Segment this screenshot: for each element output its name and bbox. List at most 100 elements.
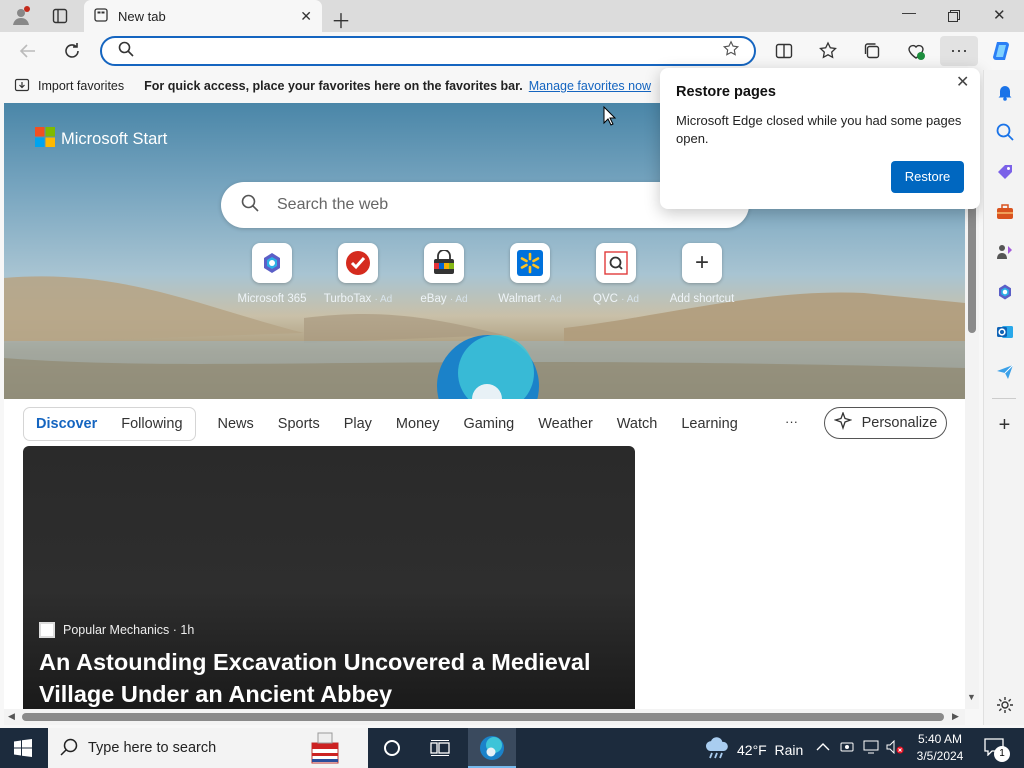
- settings-more-button[interactable]: ···: [940, 36, 978, 66]
- tab-following[interactable]: Following: [121, 416, 182, 432]
- horizontal-scrollbar-thumb[interactable]: [22, 713, 944, 721]
- search-icon: [60, 738, 78, 759]
- search-icon[interactable]: [984, 112, 1024, 152]
- browser-essentials-icon[interactable]: [906, 41, 926, 66]
- manage-favorites-link[interactable]: Manage favorites now: [529, 79, 651, 93]
- quick-link-qvc[interactable]: QVC · Ad: [573, 243, 659, 305]
- tab-weather[interactable]: Weather: [538, 416, 593, 432]
- restore-window-button[interactable]: [948, 9, 960, 22]
- edge-sidebar: +: [983, 70, 1024, 725]
- quick-link-label: QVC: [593, 293, 618, 305]
- tab-new-tab[interactable]: New tab ✕: [84, 0, 322, 32]
- favorites-bar-message: For quick access, place your favorites h…: [144, 79, 523, 93]
- sidebar-settings-icon[interactable]: [984, 685, 1024, 725]
- clock[interactable]: 5:40 AM 3/5/2024: [910, 731, 970, 765]
- scroll-left-arrow[interactable]: ◀: [8, 711, 15, 722]
- dialog-title: Restore pages: [676, 84, 776, 100]
- brand-label: Microsoft Start: [61, 130, 168, 148]
- quick-link-label: Microsoft 365: [237, 293, 307, 305]
- split-screen-icon[interactable]: [775, 42, 793, 65]
- quick-link-walmart[interactable]: Walmart · Ad: [487, 243, 573, 305]
- sparkle-icon: [832, 411, 853, 434]
- tab-sports[interactable]: Sports: [278, 416, 320, 432]
- shopping-icon[interactable]: [984, 152, 1024, 192]
- tab-gaming[interactable]: Gaming: [463, 416, 514, 432]
- windows-taskbar: Type here to search 42°F Rain 5:40 AM 3/…: [0, 728, 1024, 768]
- notifications-icon[interactable]: [984, 72, 1024, 112]
- refresh-icon[interactable]: [62, 41, 82, 61]
- drop-icon[interactable]: [984, 352, 1024, 392]
- tab-title: New tab: [118, 8, 166, 24]
- turbotax-icon: [338, 243, 378, 283]
- tools-icon[interactable]: [984, 192, 1024, 232]
- web-search-placeholder: Search the web: [277, 196, 389, 213]
- add-favorite-icon[interactable]: [722, 39, 740, 63]
- favorites-icon[interactable]: [818, 41, 838, 66]
- meet-now-icon[interactable]: [840, 740, 854, 757]
- copilot-icon[interactable]: [990, 40, 1012, 67]
- import-favorites-button[interactable]: Import favorites: [38, 79, 124, 93]
- notification-center-button[interactable]: 1: [984, 738, 1010, 762]
- close-icon[interactable]: ✕: [956, 72, 969, 92]
- tab-news[interactable]: News: [218, 416, 254, 432]
- minimize-button[interactable]: —: [902, 4, 916, 20]
- volume-muted-icon[interactable]: [886, 739, 904, 757]
- close-tab-icon[interactable]: ✕: [300, 8, 312, 25]
- quick-link-turbotax[interactable]: TurboTax · Ad: [315, 243, 401, 305]
- outlook-icon[interactable]: [984, 312, 1024, 352]
- tab-learning[interactable]: Learning: [681, 416, 737, 432]
- clock-date: 3/5/2024: [916, 749, 964, 763]
- address-input[interactable]: [142, 43, 722, 59]
- quick-links: Microsoft 365 TurboTax · Ad eBay · Ad Wa…: [229, 243, 745, 305]
- mouse-cursor: [603, 106, 617, 126]
- feed-categories: News Sports Play Money Gaming Weather Wa…: [218, 416, 762, 432]
- add-sidebar-app-icon[interactable]: +: [984, 405, 1024, 445]
- microsoft-start-logo[interactable]: Microsoft Start: [35, 127, 167, 152]
- edge-taskbar-button[interactable]: [468, 728, 516, 768]
- quick-link-label: TurboTax: [323, 293, 372, 305]
- microsoft-365-icon: [252, 243, 292, 283]
- tab-play[interactable]: Play: [344, 416, 372, 432]
- new-tab-button[interactable]: ＋: [331, 5, 351, 34]
- qvc-icon: [596, 243, 636, 283]
- address-bar[interactable]: [100, 36, 756, 66]
- rain-cloud-icon: [704, 737, 730, 762]
- scroll-down-arrow[interactable]: ▼: [967, 692, 976, 702]
- article-card[interactable]: Popular Mechanics · 1h An Astounding Exc…: [23, 446, 635, 709]
- profile-icon[interactable]: [11, 6, 31, 26]
- cortana-icon[interactable]: [383, 739, 401, 760]
- popular-mechanics-logo: [39, 622, 55, 638]
- personalize-button[interactable]: Personalize: [824, 407, 947, 439]
- article-title[interactable]: An Astounding Excavation Uncovered a Med…: [39, 646, 619, 709]
- close-window-button[interactable]: ✕: [993, 6, 1006, 24]
- microsoft-365-icon[interactable]: [984, 272, 1024, 312]
- tab-money[interactable]: Money: [396, 416, 440, 432]
- taskbar-search-placeholder: Type here to search: [88, 740, 217, 756]
- tab-actions-icon[interactable]: [52, 8, 68, 24]
- ebay-icon: [424, 243, 464, 283]
- more-categories-button[interactable]: ···: [785, 414, 798, 429]
- quick-link-microsoft-365[interactable]: Microsoft 365: [229, 243, 315, 305]
- plus-icon: +: [682, 243, 722, 283]
- games-icon[interactable]: [984, 232, 1024, 272]
- quick-link-ebay[interactable]: eBay · Ad: [401, 243, 487, 305]
- vertical-scrollbar-thumb[interactable]: [968, 203, 976, 333]
- collections-icon[interactable]: [863, 42, 881, 65]
- chevron-up-icon[interactable]: [816, 741, 830, 755]
- tab-discover[interactable]: Discover: [36, 416, 97, 432]
- start-button[interactable]: [14, 739, 32, 760]
- tab-watch[interactable]: Watch: [617, 416, 658, 432]
- tab-strip: New tab ✕ ＋ — ✕: [0, 0, 1024, 34]
- taskbar-search-box[interactable]: Type here to search: [48, 728, 368, 768]
- network-icon[interactable]: [863, 740, 879, 757]
- quick-link-add-shortcut[interactable]: + Add shortcut: [659, 243, 745, 305]
- scroll-right-arrow[interactable]: ▶: [952, 711, 959, 722]
- edge-icon: [480, 736, 504, 760]
- weather-widget[interactable]: 42°F Rain: [704, 737, 803, 762]
- weather-text: 42°F Rain: [737, 741, 804, 758]
- restore-button[interactable]: Restore: [891, 161, 964, 193]
- horizontal-scrollbar[interactable]: ◀ ▶: [4, 709, 965, 725]
- search-icon: [241, 194, 259, 217]
- task-view-icon[interactable]: [430, 739, 450, 760]
- back-icon[interactable]: [18, 41, 38, 61]
